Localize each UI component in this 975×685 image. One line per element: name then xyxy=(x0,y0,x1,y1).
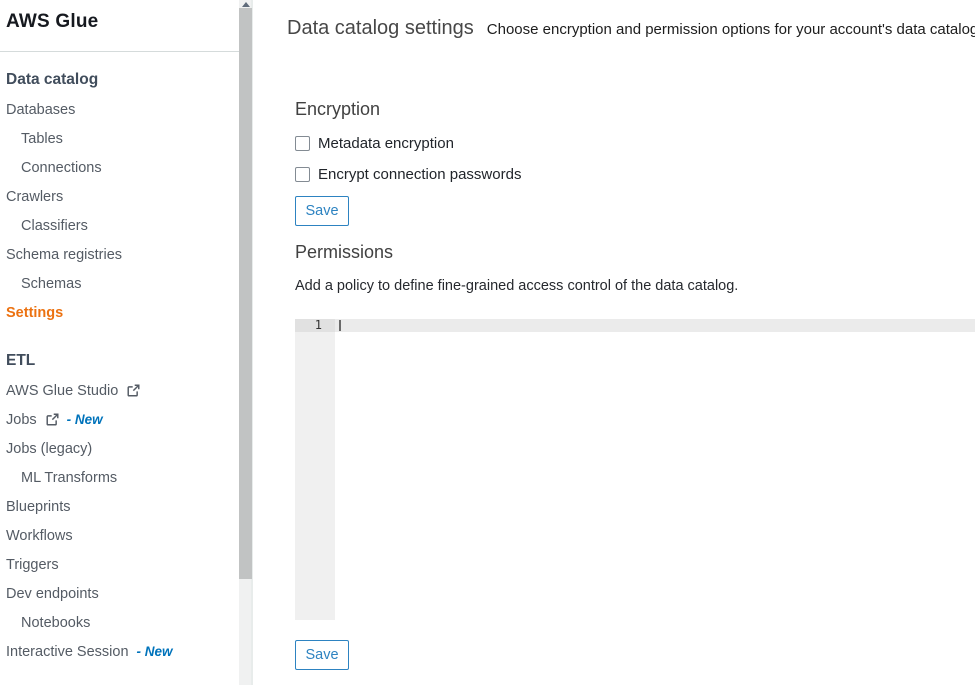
metadata-encryption-label: Metadata encryption xyxy=(318,135,454,152)
sidebar-item-classifiers[interactable]: Classifiers xyxy=(6,211,239,240)
sidebar-item-connections[interactable]: Connections xyxy=(6,153,239,182)
sidebar-item-aws-glue-studio[interactable]: AWS Glue Studio xyxy=(6,376,239,405)
sidebar-item-schema-registries[interactable]: Schema registries xyxy=(6,240,239,269)
page-header: Data catalog settings Choose encryption … xyxy=(287,17,975,40)
sidebar-nav: Data catalog Databases Tables Connections Cr… xyxy=(6,64,239,666)
external-link-icon xyxy=(127,384,140,397)
sidebar-item-label: Databases xyxy=(6,102,75,118)
page-subtitle: Choose encryption and permission options… xyxy=(487,21,975,38)
sidebar-item-interactive-session[interactable]: Interactive Session - New xyxy=(6,637,239,666)
sidebar-item-label: Workflows xyxy=(6,528,73,544)
editor-gutter: 1 xyxy=(295,319,335,620)
sidebar-item-label: Crawlers xyxy=(6,189,63,205)
sidebar-item-label: Interactive Session xyxy=(6,644,129,660)
sidebar-item-ml-transforms[interactable]: ML Transforms xyxy=(6,463,239,492)
sidebar-item-label: Classifiers xyxy=(21,218,88,234)
sidebar-item-schemas[interactable]: Schemas xyxy=(6,269,239,298)
sidebar-item-label: Tables xyxy=(21,131,63,147)
encryption-save-button[interactable]: Save xyxy=(295,196,349,226)
scrollbar-thumb[interactable] xyxy=(239,8,252,579)
sidebar-item-tables[interactable]: Tables xyxy=(6,124,239,153)
sidebar-item-label: Schema registries xyxy=(6,247,122,263)
sidebar-item-databases[interactable]: Databases xyxy=(6,95,239,124)
main-content: Data catalog settings Choose encryption … xyxy=(255,0,975,685)
sidebar: AWS Glue Data catalog Databases Tables Conn… xyxy=(0,0,239,685)
encrypt-connection-passwords-label: Encrypt connection passwords xyxy=(318,166,521,183)
sidebar-item-jobs[interactable]: Jobs - New xyxy=(6,405,239,434)
metadata-encryption-checkbox[interactable] xyxy=(295,136,310,151)
editor-line-number: 1 xyxy=(295,319,335,332)
sidebar-item-label: Dev endpoints xyxy=(6,586,99,602)
sidebar-item-label: AWS Glue Studio xyxy=(6,383,118,399)
sidebar-item-triggers[interactable]: Triggers xyxy=(6,550,239,579)
encrypt-connection-passwords-row[interactable]: Encrypt connection passwords xyxy=(295,166,521,182)
permissions-description: Add a policy to define fine-grained acce… xyxy=(295,278,738,294)
sidebar-item-jobs-legacy[interactable]: Jobs (legacy) xyxy=(6,434,239,463)
sidebar-section-header-data-catalog: Data catalog xyxy=(6,64,239,95)
new-badge: - New xyxy=(137,644,173,659)
sidebar-item-label: Schemas xyxy=(21,276,81,292)
metadata-encryption-row[interactable]: Metadata encryption xyxy=(295,135,454,151)
sidebar-item-workflows[interactable]: Workflows xyxy=(6,521,239,550)
editor-content[interactable] xyxy=(335,319,975,620)
editor-active-line xyxy=(335,319,975,332)
sidebar-item-blueprints[interactable]: Blueprints xyxy=(6,492,239,521)
page-title: Data catalog settings xyxy=(287,17,474,40)
sidebar-item-label: Notebooks xyxy=(21,615,90,631)
sidebar-item-label: Connections xyxy=(21,160,102,176)
scroll-up-arrow-icon[interactable] xyxy=(242,2,250,7)
new-badge: - New xyxy=(67,412,103,427)
encryption-heading: Encryption xyxy=(295,99,380,120)
sidebar-item-crawlers[interactable]: Crawlers xyxy=(6,182,239,211)
sidebar-item-dev-endpoints[interactable]: Dev endpoints xyxy=(6,579,239,608)
sidebar-section-header-etl: ETL xyxy=(6,345,239,376)
sidebar-item-label: Blueprints xyxy=(6,499,70,515)
app-title: AWS Glue xyxy=(6,11,239,33)
sidebar-item-settings[interactable]: Settings xyxy=(6,298,239,327)
permissions-save-button[interactable]: Save xyxy=(295,640,349,670)
aws-glue-console: AWS Glue Data catalog Databases Tables Conn… xyxy=(0,0,975,685)
external-link-icon xyxy=(46,413,59,426)
sidebar-scrollbar[interactable] xyxy=(239,0,253,685)
sidebar-item-label: Jobs xyxy=(6,412,37,428)
sidebar-item-label: Triggers xyxy=(6,557,59,573)
policy-editor[interactable]: 1 xyxy=(295,319,975,620)
sidebar-item-label: Settings xyxy=(6,305,63,321)
sidebar-item-notebooks[interactable]: Notebooks xyxy=(6,608,239,637)
permissions-heading: Permissions xyxy=(295,242,393,263)
sidebar-item-label: ML Transforms xyxy=(21,470,117,486)
editor-cursor xyxy=(339,320,341,331)
sidebar-divider xyxy=(0,51,239,52)
sidebar-item-label: Jobs (legacy) xyxy=(6,441,92,457)
encrypt-connection-passwords-checkbox[interactable] xyxy=(295,167,310,182)
